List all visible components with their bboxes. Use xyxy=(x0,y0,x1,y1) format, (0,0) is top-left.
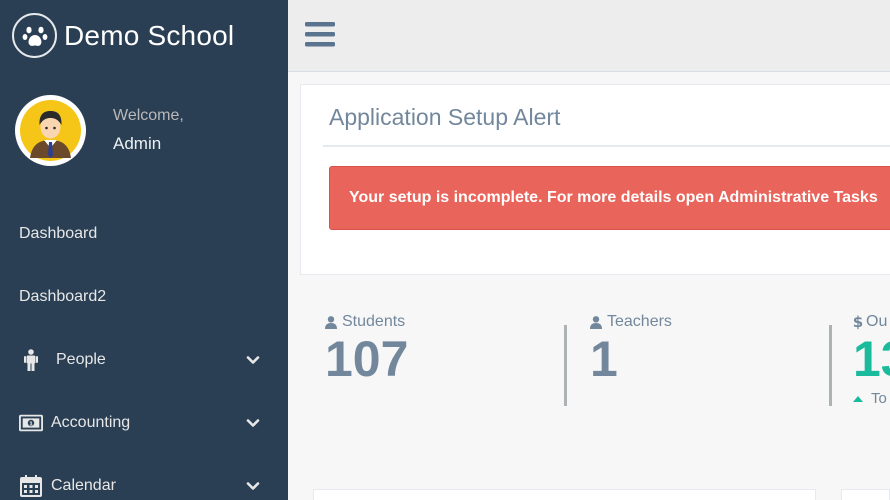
avatar[interactable] xyxy=(15,95,86,166)
welcome-block: Welcome, Admin xyxy=(113,107,184,154)
user-icon xyxy=(325,315,337,329)
profile: Welcome, Admin xyxy=(15,95,184,166)
panel-divider xyxy=(323,145,890,147)
stat-students: Students 107 xyxy=(325,313,408,384)
stat-label: Ou xyxy=(866,313,888,330)
sidebar: Demo School Welcome, Admin Dashboard Das… xyxy=(0,0,288,500)
money-icon: 1 xyxy=(19,414,43,431)
sidebar-item-dashboard2[interactable]: Dashboard2 xyxy=(0,265,288,328)
panel-title: Application Setup Alert xyxy=(329,104,561,130)
sidebar-item-label: Dashboard xyxy=(19,224,98,242)
stat-value: 13 xyxy=(853,331,890,387)
stat-label: Teachers xyxy=(607,313,672,330)
stat-sub-label: To xyxy=(871,390,887,407)
sidebar-item-label: Dashboard2 xyxy=(19,287,107,305)
sidebar-item-label: Accounting xyxy=(51,413,131,431)
chevron-down-icon[interactable] xyxy=(246,353,260,367)
sidebar-item-calendar[interactable]: Calendar xyxy=(0,454,288,500)
svg-text:$: $ xyxy=(853,314,863,330)
dollar-icon: $ xyxy=(853,314,863,330)
top-nav xyxy=(288,0,890,72)
sidebar-item-label: Calendar xyxy=(51,476,116,494)
calendar-icon xyxy=(20,474,42,497)
stat-outstanding: $ Ou 13 To xyxy=(853,313,890,407)
stat-label: Students xyxy=(342,313,406,330)
stat-divider xyxy=(564,325,567,406)
hamburger-icon[interactable] xyxy=(305,22,335,47)
sidebar-item-accounting[interactable]: 1 Accounting xyxy=(0,391,288,454)
brand-badge xyxy=(12,13,57,58)
stat-teachers: Teachers 1 xyxy=(590,313,672,384)
chevron-down-icon[interactable] xyxy=(246,479,260,493)
setup-alert-message[interactable]: Your setup is incomplete. For more detai… xyxy=(329,166,890,230)
user-name: Admin xyxy=(113,134,162,153)
sidebar-item-dashboard[interactable]: Dashboard xyxy=(0,202,288,265)
welcome-label: Welcome, xyxy=(113,107,184,124)
brand-title: Demo School xyxy=(64,19,235,51)
sidebar-item-label: People xyxy=(56,350,106,368)
person-icon xyxy=(24,348,38,371)
user-avatar-icon xyxy=(20,100,81,161)
paw-icon xyxy=(22,26,47,46)
stat-value: 1 xyxy=(590,331,618,387)
caret-up-icon xyxy=(853,395,863,402)
svg-text:1: 1 xyxy=(29,421,33,427)
stat-divider xyxy=(829,325,832,406)
setup-alert-panel: Application Setup Alert Your setup is in… xyxy=(300,84,890,275)
user-icon xyxy=(590,315,602,329)
sidebar-menu: Dashboard Dashboard2 People 1 Accounting… xyxy=(0,202,288,500)
content-card xyxy=(313,489,816,500)
brand[interactable]: Demo School xyxy=(12,13,234,58)
stat-value: 107 xyxy=(325,331,409,387)
chevron-down-icon[interactable] xyxy=(246,416,260,430)
sidebar-item-people[interactable]: People xyxy=(0,328,288,391)
content-card xyxy=(841,489,890,500)
